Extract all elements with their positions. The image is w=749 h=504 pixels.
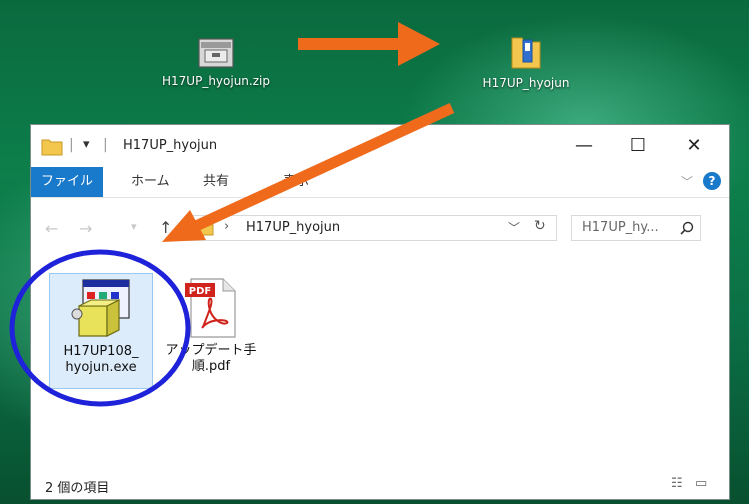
file-item-pdf[interactable]: PDF アップデート手 順.pdf xyxy=(159,273,263,389)
desktop-icon-label: H17UP_hyojun xyxy=(482,76,570,90)
recent-locations-icon[interactable]: ▾ xyxy=(131,220,137,233)
pdf-icon: PDF xyxy=(185,278,236,338)
search-icon[interactable] xyxy=(680,221,694,235)
file-name-line: H17UP108_ xyxy=(63,344,139,359)
address-path: H17UP_hyojun xyxy=(246,220,341,235)
arrow-right-annotation xyxy=(298,22,440,66)
desktop-icon-label: H17UP_hyojun.zip xyxy=(162,74,270,88)
folder-icon xyxy=(41,139,63,156)
forward-arrow-icon[interactable]: → xyxy=(79,219,92,238)
desktop-icon-zip[interactable]: H17UP_hyojun.zip xyxy=(136,36,296,88)
details-view-icon[interactable]: ☷ xyxy=(671,476,683,491)
file-name-line: アップデート手 xyxy=(165,343,257,358)
folder-icon xyxy=(511,37,541,69)
quick-access-dropdown-icon[interactable]: ▾ xyxy=(83,137,90,152)
title-separator: | xyxy=(69,137,74,153)
search-box[interactable]: H17UP_hy... xyxy=(571,215,701,241)
up-arrow-icon[interactable]: ↑ xyxy=(159,218,172,237)
item-count: 2 個の項目 xyxy=(45,481,110,496)
installer-exe-icon xyxy=(71,279,130,337)
tab-home[interactable]: ホーム xyxy=(131,167,170,197)
pdf-badge: PDF xyxy=(189,286,211,297)
status-bar: 2 個の項目 ☷ ▭ xyxy=(31,471,729,499)
tab-share[interactable]: 共有 xyxy=(203,167,229,197)
help-icon[interactable]: ? xyxy=(703,172,721,190)
breadcrumb-separator-icon: › xyxy=(224,219,230,234)
close-button[interactable]: ✕ xyxy=(671,129,717,163)
zip-archive-icon xyxy=(198,38,234,68)
window-title: H17UP_hyojun xyxy=(123,138,218,153)
file-name-line: 順.pdf xyxy=(191,359,231,374)
refresh-icon[interactable]: ↻ xyxy=(534,218,546,234)
maximize-button[interactable]: ☐ xyxy=(615,129,661,163)
file-item-exe[interactable]: H17UP108_ hyojun.exe xyxy=(49,273,153,389)
title-bar[interactable]: | ▾ | H17UP_hyojun — ☐ ✕ xyxy=(31,125,729,167)
large-icons-view-icon[interactable]: ▭ xyxy=(695,476,707,491)
tab-view[interactable]: 表示 xyxy=(283,167,309,197)
navigation-bar: ← → ▾ ↑ › H17UP_hyojun ﹀ ↻ H17UP_hy... xyxy=(31,211,729,245)
ribbon-expand-icon[interactable]: ﹀ xyxy=(681,173,693,190)
back-arrow-icon[interactable]: ← xyxy=(45,219,58,238)
title-separator: | xyxy=(103,137,108,153)
search-placeholder: H17UP_hy... xyxy=(582,220,659,235)
folder-icon xyxy=(196,222,214,236)
ribbon-bar: ファイル ホーム 共有 表示 ﹀ ? xyxy=(31,167,729,198)
minimize-button[interactable]: — xyxy=(561,129,607,163)
address-dropdown-icon[interactable]: ﹀ xyxy=(508,219,520,236)
explorer-window: | ▾ | H17UP_hyojun — ☐ ✕ ファイル ホーム 共有 表示 … xyxy=(30,124,730,500)
tab-file[interactable]: ファイル xyxy=(31,167,103,197)
desktop-icon-folder[interactable]: H17UP_hyojun xyxy=(446,32,606,90)
address-bar[interactable]: › H17UP_hyojun ﹀ ↻ xyxy=(187,215,557,241)
file-name-line: hyojun.exe xyxy=(65,360,137,375)
